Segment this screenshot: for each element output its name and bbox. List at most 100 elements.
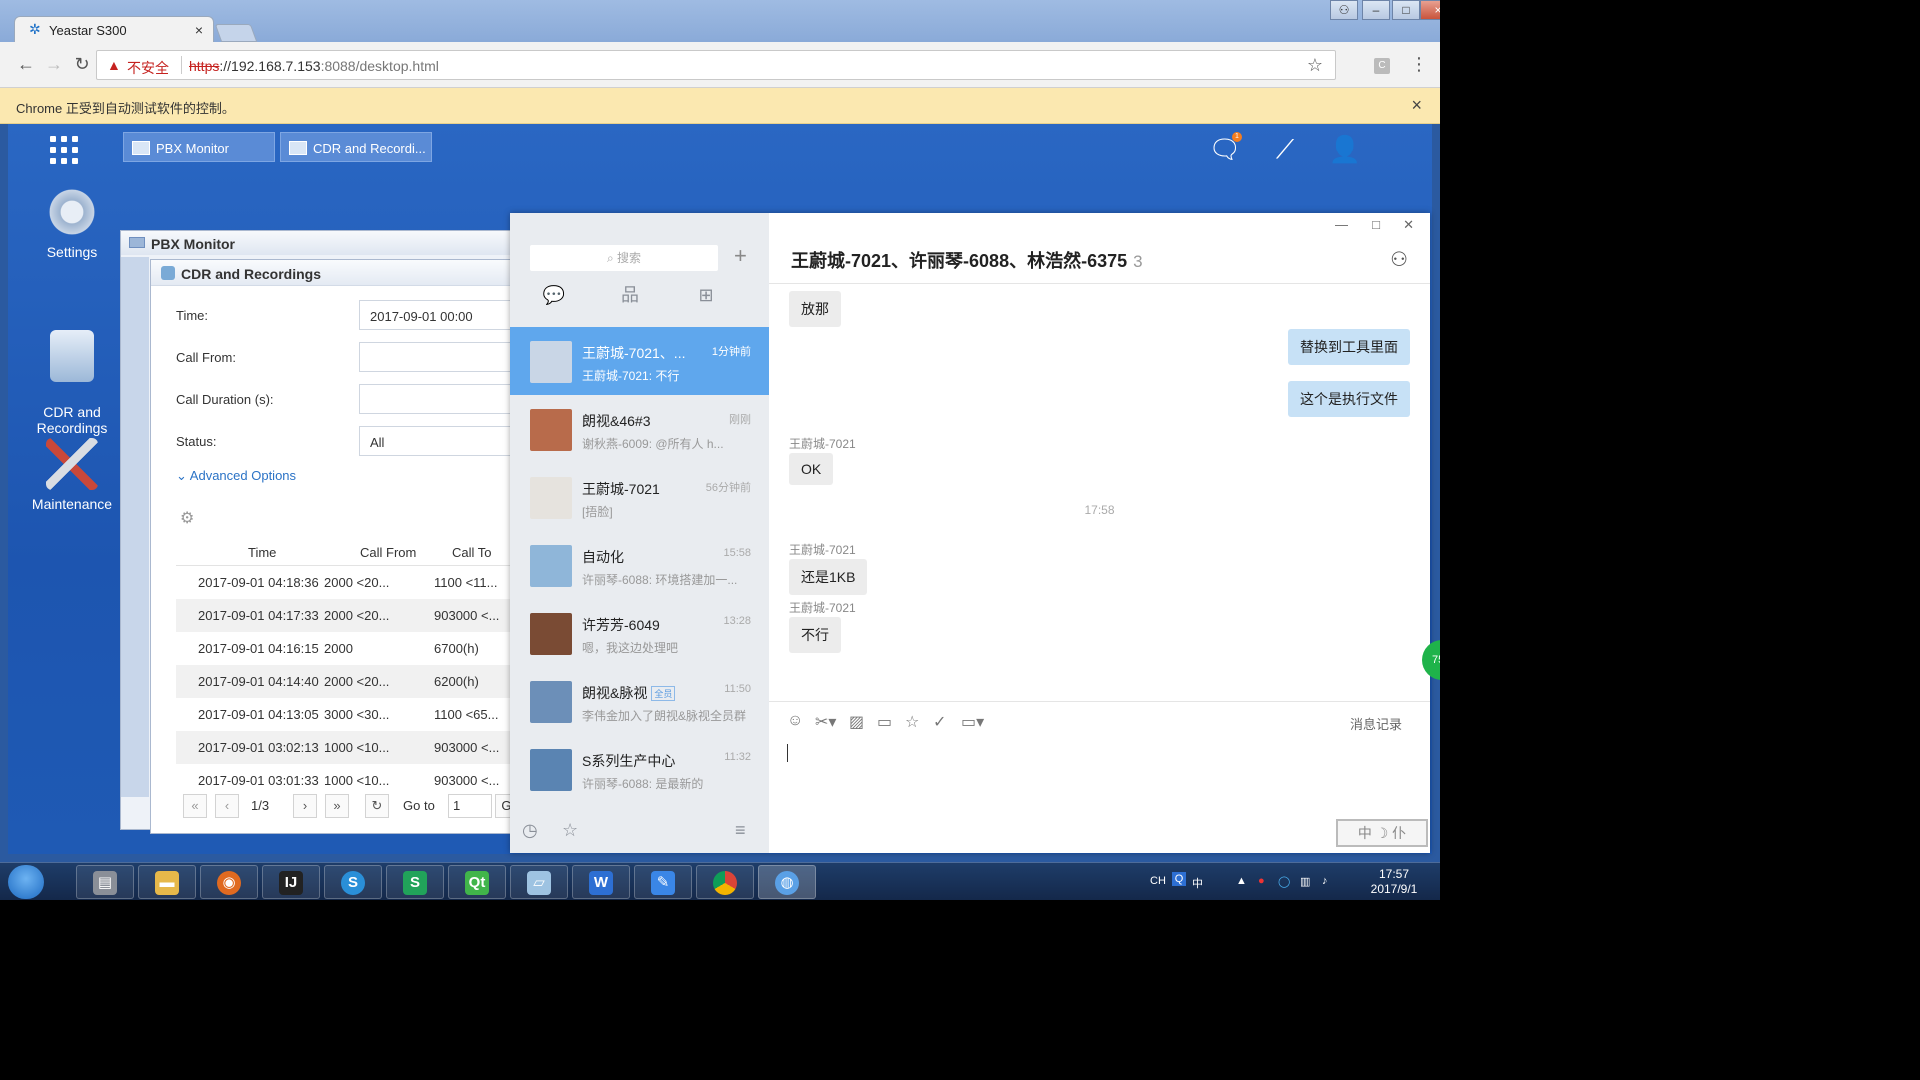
desktop-icon-settings[interactable]: Settings bbox=[16, 186, 128, 260]
insecure-label[interactable]: 不安全 bbox=[127, 58, 169, 78]
incoming-message-bubble[interactable]: 还是1KB bbox=[789, 559, 868, 595]
messages-icon[interactable]: 🗨 1 bbox=[1208, 132, 1242, 166]
outgoing-message-bubble[interactable]: 替换到工具里面 bbox=[1288, 329, 1410, 365]
last-page-icon[interactable]: » bbox=[325, 794, 349, 818]
network-icon[interactable]: ▥ bbox=[1300, 875, 1310, 888]
taskbar-app-notes[interactable]: ▱ bbox=[510, 865, 568, 899]
conversation-item[interactable]: S系列生产中心 11:32 许丽琴-6088: 是最新的 bbox=[510, 735, 769, 803]
tray-show-hidden-icon[interactable]: ▲ bbox=[1236, 875, 1247, 887]
taskbar-app-chrome[interactable] bbox=[696, 865, 754, 899]
column-header-call-to[interactable]: Call To bbox=[452, 545, 492, 560]
taskbar-app-file-explorer[interactable]: ▬ bbox=[138, 865, 196, 899]
taskbar-app-skype[interactable]: S bbox=[324, 865, 382, 899]
refresh-icon[interactable]: ↻ bbox=[365, 794, 389, 818]
conversation-item[interactable]: 朗视&46#3 刚刚 谢秋燕-6009: @所有人 h... bbox=[510, 395, 769, 463]
table-row[interactable]: 2017-09-01 04:18:36 2000 <20... 1100 <11..… bbox=[176, 566, 539, 599]
taskbar-app-editor[interactable]: ✎ bbox=[634, 865, 692, 899]
pbx-monitor-header[interactable]: PBX Monitor bbox=[121, 231, 539, 255]
apps-grid-icon[interactable]: ⊞ bbox=[694, 283, 718, 307]
advanced-options-toggle[interactable]: ⌄ Advanced Options bbox=[176, 468, 296, 484]
minimize-button[interactable]: – bbox=[1362, 0, 1390, 20]
clock-icon[interactable]: ◷ bbox=[522, 820, 538, 841]
volume-icon[interactable]: ♪ bbox=[1322, 875, 1328, 887]
close-window-button[interactable]: × bbox=[1420, 0, 1440, 20]
taskbar-app-firefox[interactable]: ◉ bbox=[200, 865, 258, 899]
conversation-item[interactable]: 朗视&脉视 全员 11:50 李伟金加入了朗视&脉视全员群 bbox=[510, 667, 769, 735]
incoming-message-bubble[interactable]: OK bbox=[789, 453, 834, 485]
desktop-icon-cdr[interactable]: CDR and Recordings bbox=[16, 314, 128, 452]
taskbar-app-qt[interactable]: Qt bbox=[448, 865, 506, 899]
taskbar-cdr[interactable]: CDR and Recordi... bbox=[280, 132, 432, 162]
bookmark-star-icon[interactable]: ☆ bbox=[1307, 55, 1323, 76]
taskbar-pbx-monitor[interactable]: PBX Monitor bbox=[123, 132, 275, 162]
tray-record-icon[interactable]: ● bbox=[1258, 875, 1265, 887]
table-row[interactable]: 2017-09-01 04:16:15 2000 6700(h) bbox=[176, 632, 539, 665]
infobar-close-icon[interactable]: × bbox=[1411, 95, 1422, 116]
minimize-icon[interactable]: — bbox=[1335, 217, 1348, 232]
taskbar-app-intellij[interactable]: IJ bbox=[262, 865, 320, 899]
table-row[interactable]: 2017-09-01 04:17:33 2000 <20... 903000 <..… bbox=[176, 599, 539, 632]
menu-icon[interactable]: ≡ bbox=[735, 820, 746, 841]
user-profile-icon[interactable]: ⚇ bbox=[1330, 0, 1358, 20]
star-icon[interactable]: ☆ bbox=[905, 712, 919, 732]
maximize-icon[interactable]: □ bbox=[1372, 217, 1380, 232]
next-page-icon[interactable]: › bbox=[293, 794, 317, 818]
tray-ime-mode[interactable]: 中 bbox=[1192, 875, 1203, 891]
conversation-item[interactable]: 许芳芳-6049 13:28 嗯，我这边处理吧 bbox=[510, 599, 769, 667]
statistics-chart-icon[interactable]: ⟋ bbox=[1268, 132, 1302, 166]
table-row[interactable]: 2017-09-01 03:01:33 1000 <10... 903000 <..… bbox=[176, 764, 539, 797]
org-chart-icon[interactable]: 品 bbox=[618, 283, 642, 307]
goto-page-input[interactable]: 1 bbox=[448, 794, 492, 818]
taskbar-app-sheets[interactable]: S bbox=[386, 865, 444, 899]
reload-icon[interactable]: ↻ bbox=[70, 52, 94, 76]
first-page-icon[interactable]: « bbox=[183, 794, 207, 818]
conversation-search-input[interactable]: ⌕ 搜索 bbox=[530, 245, 718, 271]
conversation-item[interactable]: 王蔚城-7021 56分钟前 [捂脸] bbox=[510, 463, 769, 531]
extension-icon[interactable]: C bbox=[1374, 58, 1390, 74]
conversation-item[interactable]: 王蔚城-7021、... 1分钟前 王蔚城-7021: 不行 bbox=[510, 327, 769, 395]
app-grid-icon[interactable] bbox=[50, 136, 80, 166]
system-clock[interactable]: 17:57 2017/9/1 bbox=[1356, 867, 1432, 897]
desktop-icon-maintenance[interactable]: Maintenance bbox=[16, 438, 128, 512]
table-row[interactable]: 2017-09-01 04:13:05 3000 <30... 1100 <65..… bbox=[176, 698, 539, 731]
video-icon[interactable]: ▭▾ bbox=[961, 712, 984, 732]
incoming-message-bubble[interactable]: 放那 bbox=[789, 291, 841, 327]
prev-page-icon[interactable]: ‹ bbox=[215, 794, 239, 818]
emoji-icon[interactable]: ☺ bbox=[787, 712, 803, 730]
taskbar-app-explorer-console[interactable]: ▤ bbox=[76, 865, 134, 899]
new-tab-button[interactable] bbox=[214, 24, 258, 42]
user-account-icon[interactable]: 👤 bbox=[1328, 132, 1362, 166]
taskbar-app-im[interactable]: ◍ bbox=[758, 865, 816, 899]
conversation-item[interactable]: 自动化 15:58 许丽琴-6088: 环境搭建加一... bbox=[510, 531, 769, 599]
ime-status-box[interactable]: 中 ☽ 仆 bbox=[1336, 819, 1428, 847]
url-text[interactable]: https://192.168.7.153:8088/desktop.html bbox=[189, 58, 439, 74]
chat-bubble-icon[interactable]: 💬 bbox=[542, 283, 566, 307]
member-list-icon[interactable]: ⚇ bbox=[1390, 247, 1408, 272]
tray-language[interactable]: CH bbox=[1150, 875, 1166, 887]
incoming-message-bubble[interactable]: 不行 bbox=[789, 617, 841, 653]
add-icon[interactable]: + bbox=[734, 243, 747, 269]
browser-menu-icon[interactable]: ⋮ bbox=[1410, 54, 1428, 75]
back-arrow-icon[interactable]: ← bbox=[14, 52, 38, 76]
table-row[interactable]: 2017-09-01 03:02:13 1000 <10... 903000 <..… bbox=[176, 731, 539, 764]
address-bar[interactable]: ▲ 不安全 https://192.168.7.153:8088/desktop… bbox=[96, 50, 1336, 80]
tray-chat-icon[interactable]: ◯ bbox=[1278, 875, 1290, 888]
check-icon[interactable]: ✓ bbox=[933, 712, 946, 732]
message-input-area[interactable]: ☺ ✂▾ ▨ ▭ ☆ ✓ ▭▾ 消息记录 中 ☽ 仆 bbox=[769, 701, 1430, 853]
image-icon[interactable]: ▨ bbox=[849, 712, 864, 732]
screenshot-scissors-icon[interactable]: ✂▾ bbox=[815, 712, 836, 732]
maximize-button[interactable]: □ bbox=[1392, 0, 1420, 20]
close-icon[interactable]: ✕ bbox=[1403, 217, 1414, 233]
message-history-link[interactable]: 消息记录 bbox=[1350, 714, 1402, 733]
folder-icon[interactable]: ▭ bbox=[877, 712, 892, 732]
browser-tab[interactable]: ✲ Yeastar S300 × bbox=[14, 16, 214, 42]
column-header-call-from[interactable]: Call From bbox=[360, 545, 416, 560]
tray-input-method-icon[interactable]: Q bbox=[1172, 872, 1186, 886]
column-header-time[interactable]: Time bbox=[248, 545, 276, 560]
cdr-window-header[interactable]: CDR and Recordings bbox=[151, 260, 539, 286]
column-settings-gear-icon[interactable]: ⚙ bbox=[180, 508, 194, 528]
table-row[interactable]: 2017-09-01 04:14:40 2000 <20... 6200(h) bbox=[176, 665, 539, 698]
taskbar-app-wps[interactable]: W bbox=[572, 865, 630, 899]
start-button[interactable] bbox=[8, 865, 44, 899]
forward-arrow-icon[interactable]: → bbox=[42, 52, 66, 76]
